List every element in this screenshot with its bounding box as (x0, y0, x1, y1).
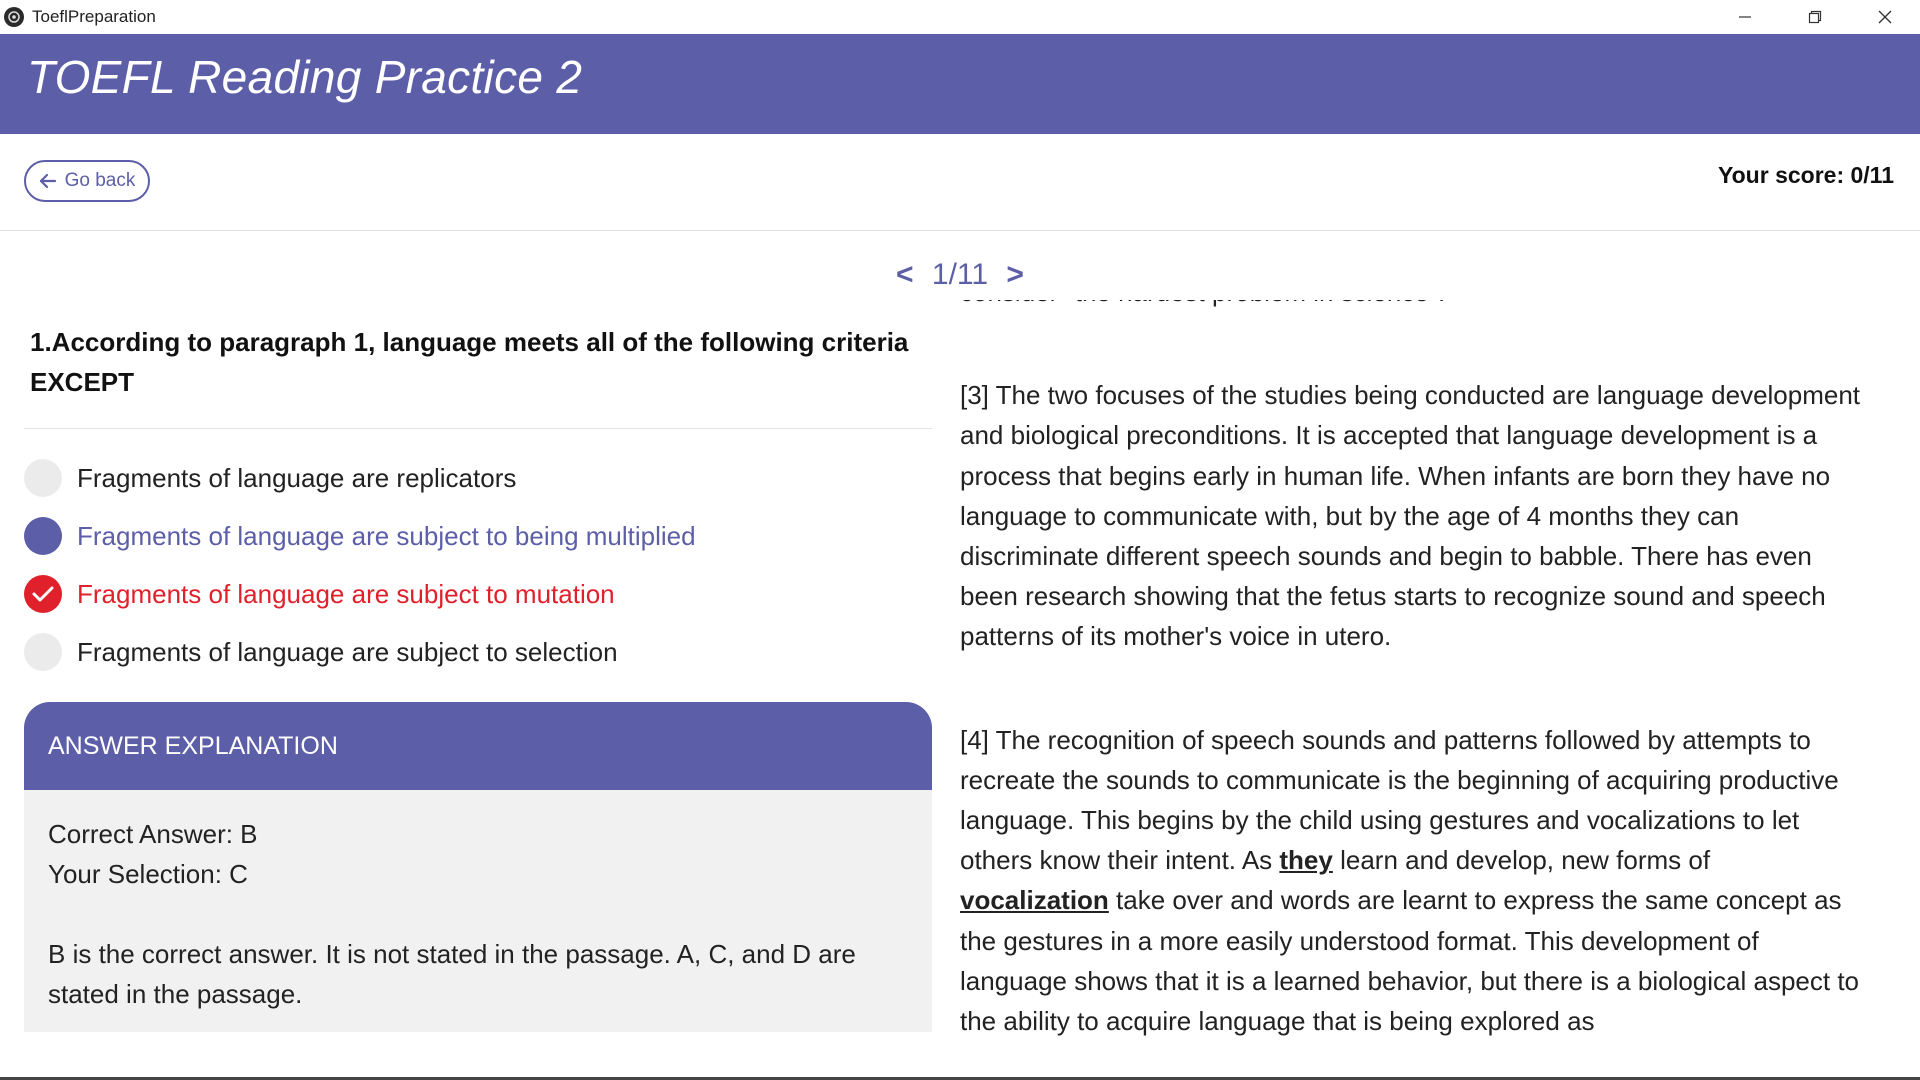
option-a-label: Fragments of language are replicators (77, 462, 517, 493)
explanation-body: Correct Answer: B Your Selection: C B is… (24, 790, 932, 1032)
radio-correct-icon[interactable] (24, 517, 62, 555)
radio-checked-icon[interactable] (24, 575, 62, 613)
window-controls (1710, 0, 1920, 34)
go-back-button[interactable]: Go back (24, 160, 150, 202)
option-a[interactable]: Fragments of language are replicators (24, 449, 932, 507)
question-panel: 1.According to paragraph 1, language mee… (24, 322, 932, 1032)
explanation-header: ANSWER EXPLANATION (24, 702, 932, 790)
explanation-detail-text: B is the correct answer. It is not state… (48, 939, 856, 1009)
radio-unselected-icon[interactable] (24, 633, 62, 671)
question-counter: 1/11 (931, 258, 989, 291)
restore-icon (1808, 10, 1822, 24)
question-text: 1.According to paragraph 1, language mee… (24, 322, 932, 429)
close-icon (1878, 10, 1892, 24)
close-button[interactable] (1850, 0, 1920, 34)
answer-options: Fragments of language are replicators Fr… (24, 449, 932, 681)
your-selection-text: Your Selection: C (48, 859, 248, 889)
go-back-label: Go back (64, 170, 136, 191)
next-question-button[interactable]: > (996, 258, 1034, 291)
radio-unselected-icon[interactable] (24, 459, 62, 497)
app-logo-icon (4, 7, 24, 27)
option-c[interactable]: Fragments of language are subject to mut… (24, 565, 932, 623)
checkmark-icon (32, 586, 54, 602)
answer-explanation-card: ANSWER EXPLANATION Correct Answer: B You… (24, 702, 932, 1032)
passage-partial-line: consider "the hardest problem in science… (960, 300, 1866, 312)
passage-paragraph-3: [3] The two focuses of the studies being… (960, 380, 1861, 652)
score-display: Your score: 0/11 (1718, 162, 1894, 188)
page-title: TOEFL Reading Practice 2 (27, 51, 583, 103)
option-d-label: Fragments of language are subject to sel… (77, 636, 618, 667)
highlighted-word-they: they (1279, 845, 1333, 876)
question-pager: < 1/11 > (0, 258, 1920, 292)
toolbar: Go back Your score: 0/11 (0, 134, 1920, 231)
minimize-button[interactable] (1710, 0, 1780, 34)
arrow-left-icon (39, 173, 56, 189)
window-titlebar: ToeflPreparation (0, 0, 1920, 35)
option-d[interactable]: Fragments of language are subject to sel… (24, 623, 932, 681)
option-c-label: Fragments of language are subject to mut… (77, 578, 615, 609)
window-title: ToeflPreparation (32, 7, 156, 26)
highlighted-word-vocalization: vocalization (960, 885, 1109, 916)
app-header: TOEFL Reading Practice 2 (0, 34, 1920, 134)
restore-button[interactable] (1780, 0, 1850, 34)
passage-paragraph-4: [4] The recognition of speech sounds and… (960, 720, 1866, 1042)
prev-question-button[interactable]: < (886, 258, 924, 291)
reading-passage[interactable]: consider "the hardest problem in science… (960, 300, 1866, 1058)
correct-answer-text: Correct Answer: B (48, 819, 258, 849)
option-b[interactable]: Fragments of language are subject to bei… (24, 507, 932, 565)
minimize-icon (1739, 16, 1751, 18)
para4-text-b: learn and develop, new forms of (1332, 845, 1711, 876)
option-b-label: Fragments of language are subject to bei… (77, 520, 696, 551)
